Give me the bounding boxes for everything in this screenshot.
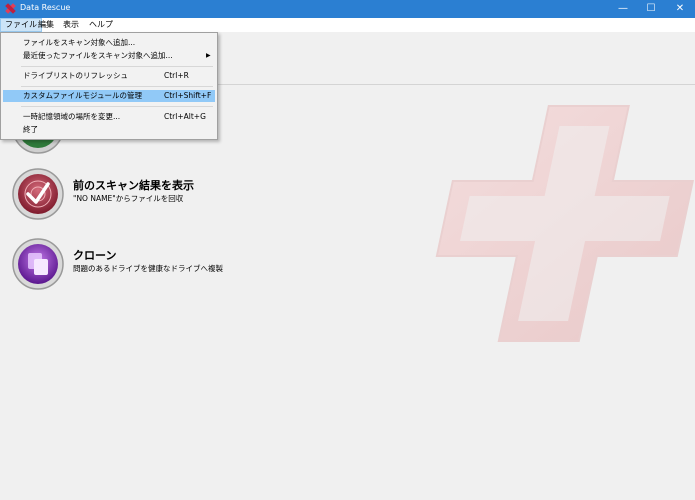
menu-item-temp-location[interactable]: 一時記憶領域の場所を変更... Ctrl+Alt+G: [3, 111, 215, 123]
menu-item-shortcut: Ctrl+Shift+F: [164, 91, 212, 100]
menu-separator: [21, 66, 213, 67]
menu-item-refresh-drives[interactable]: ドライブリストのリフレッシュ Ctrl+R: [3, 70, 215, 82]
action-title: 前のスキャン結果を表示: [73, 179, 194, 192]
menu-item-label: カスタムファイルモジュールの管理: [23, 91, 143, 100]
file-menu-dropdown: ファイルをスキャン対象へ追加... 最近使ったファイルをスキャン対象へ追加...…: [0, 32, 218, 140]
submenu-arrow-icon: ▶: [206, 52, 211, 59]
maximize-button[interactable]: ☐: [637, 0, 665, 18]
title-bar: Data Rescue — ☐ ✕: [0, 0, 695, 18]
menu-edit[interactable]: 編集: [34, 18, 58, 32]
menu-view[interactable]: 表示: [59, 18, 83, 32]
minimize-button[interactable]: —: [609, 0, 637, 18]
close-button[interactable]: ✕: [666, 0, 694, 18]
menu-item-label: 終了: [23, 125, 38, 134]
radar-check-icon: [12, 168, 64, 220]
menu-separator: [21, 86, 213, 87]
menu-item-add-file[interactable]: ファイルをスキャン対象へ追加...: [3, 37, 215, 49]
menu-item-custom-modules[interactable]: カスタムファイルモジュールの管理 Ctrl+Shift+F: [3, 90, 215, 102]
view-previous-scan-item[interactable]: 前のスキャン結果を表示 "NO NAME"からファイルを回収: [12, 168, 312, 224]
menu-item-label: 一時記憶領域の場所を変更...: [23, 112, 121, 121]
menu-item-exit[interactable]: 終了: [3, 124, 215, 136]
action-description: 問題のあるドライブを健康なドライブへ複製: [73, 264, 223, 273]
menu-separator: [21, 106, 213, 107]
action-description: "NO NAME"からファイルを回収: [73, 194, 184, 203]
app-logo-icon: [5, 3, 16, 14]
action-title: クローン: [73, 249, 117, 262]
menu-item-label: 最近使ったファイルをスキャン対象へ追加...: [23, 51, 173, 60]
window-title: Data Rescue: [20, 3, 71, 12]
brand-cross-watermark-icon: [435, 105, 695, 342]
menu-item-shortcut: Ctrl+Alt+G: [164, 112, 206, 121]
menu-item-shortcut: Ctrl+R: [164, 71, 189, 80]
menu-help[interactable]: ヘルプ: [85, 18, 117, 32]
clone-item[interactable]: クローン 問題のあるドライブを健康なドライブへ複製: [12, 238, 312, 294]
menu-item-recent-files[interactable]: 最近使ったファイルをスキャン対象へ追加... ▶: [3, 50, 215, 62]
clone-icon: [12, 238, 64, 290]
menu-item-label: ファイルをスキャン対象へ追加...: [23, 38, 136, 47]
menu-item-label: ドライブリストのリフレッシュ: [23, 71, 128, 80]
menu-bar: ファイル 編集 表示 ヘルプ: [0, 18, 695, 32]
